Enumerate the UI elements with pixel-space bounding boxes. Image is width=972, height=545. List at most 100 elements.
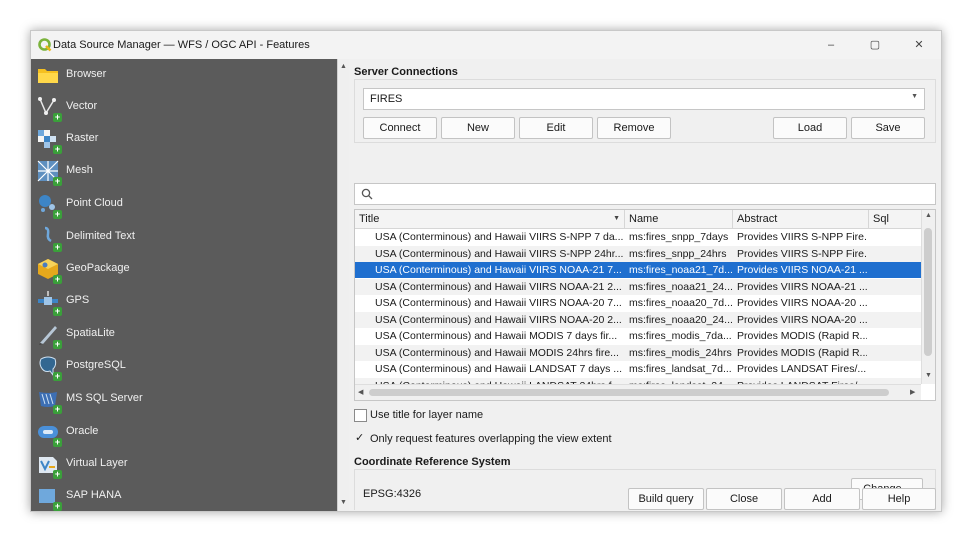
only-overlapping-checkbox[interactable]: ✓ — [354, 432, 365, 444]
minimize-button[interactable]: – — [809, 31, 853, 59]
connect-button[interactable]: Connect — [363, 117, 437, 139]
add-badge-icon: + — [53, 371, 62, 381]
sidebar-item-raster[interactable]: + Raster — [31, 123, 337, 155]
table-cell-title: USA (Conterminous) and Hawaii VIIRS S-NP… — [375, 247, 624, 260]
table-cell-title: USA (Conterminous) and Hawaii VIIRS NOAA… — [375, 280, 622, 293]
sidebar-item-oracle[interactable]: + Oracle — [31, 416, 337, 448]
sidebar-item-ms-sql-server[interactable]: + MS SQL Server — [31, 383, 337, 415]
scroll-up-arrow-icon[interactable]: ▲ — [925, 212, 932, 219]
table-row[interactable]: USA (Conterminous) and Hawaii VIIRS S-NP… — [355, 245, 921, 262]
connection-select-value: FIRES — [370, 93, 403, 105]
window-title: Data Source Manager — WFS / OGC API - Fe… — [53, 39, 310, 51]
sidebar-item-label: Virtual Layer — [66, 457, 128, 469]
table-cell-name: ms:fires_snpp_7days — [629, 231, 729, 243]
layers-table: Title ▼ Name Abstract Sql USA (Contermin… — [354, 209, 936, 401]
column-header-label: Title — [359, 213, 380, 225]
wfs-panel: Server Connections FIRES ▼ Connect New E… — [348, 59, 941, 511]
server-connections-group: FIRES ▼ Connect New Edit Remove Load Sav… — [354, 79, 936, 143]
save-button[interactable]: Save — [851, 117, 925, 139]
table-cell-name: ms:fires_noaa20_7d... — [629, 297, 733, 309]
sidebar-item-virtual-layer[interactable]: + Virtual Layer — [31, 448, 337, 480]
table-row[interactable]: USA (Conterminous) and Hawaii VIIRS NOAA… — [355, 278, 921, 295]
search-input[interactable] — [354, 183, 936, 205]
table-cell-abstract: Provides VIIRS NOAA-21 ... — [737, 280, 867, 293]
table-cell-abstract: Provides VIIRS NOAA-21 ... — [737, 264, 867, 276]
help-button[interactable]: Help — [862, 488, 936, 510]
build-query-button[interactable]: Build query — [628, 488, 704, 510]
scroll-down-arrow-icon[interactable]: ▼ — [340, 499, 347, 506]
scroll-right-arrow-icon[interactable]: ▶ — [910, 388, 915, 396]
sidebar-item-gps[interactable]: + GPS — [31, 285, 337, 317]
table-cell-abstract: Provides VIIRS S-NPP Fire... — [737, 231, 867, 243]
table-vertical-scrollbar[interactable]: ▲ ▼ — [921, 210, 935, 384]
sidebar-item-vector[interactable]: + Vector — [31, 91, 337, 123]
edit-button[interactable]: Edit — [519, 117, 593, 139]
sidebar-item-label: SpatiaLite — [66, 327, 115, 339]
table-row[interactable]: USA (Conterminous) and Hawaii VIIRS S-NP… — [355, 229, 921, 245]
table-row[interactable]: USA (Conterminous) and Hawaii VIIRS NOAA… — [355, 295, 921, 311]
sidebar-item-label: SAP HANA — [66, 489, 122, 501]
table-cell-abstract: Provides VIIRS S-NPP Fire... — [737, 247, 867, 260]
column-header-name[interactable]: Name — [625, 210, 733, 228]
sidebar-item-label: GPS — [66, 294, 90, 306]
scroll-up-arrow-icon[interactable]: ▲ — [340, 63, 347, 70]
sidebar-item-delimited-text[interactable]: + Delimited Text — [31, 221, 337, 253]
crs-heading: Coordinate Reference System — [354, 456, 511, 468]
add-badge-icon: + — [53, 404, 62, 414]
checkmark-icon: ✓ — [355, 432, 365, 444]
sort-indicator-icon: ▼ — [613, 215, 620, 222]
column-header-abstract[interactable]: Abstract — [733, 210, 869, 228]
maximize-button[interactable]: ▢ — [853, 31, 897, 59]
use-title-checkbox[interactable] — [354, 409, 367, 422]
add-badge-icon: + — [53, 306, 62, 316]
add-badge-icon: + — [53, 242, 62, 252]
scroll-left-arrow-icon[interactable]: ◀ — [358, 388, 363, 396]
table-cell-name: ms:fires_noaa21_24... — [629, 280, 733, 293]
add-button[interactable]: Add — [784, 488, 860, 510]
table-cell-title: USA (Conterminous) and Hawaii VIIRS NOAA… — [375, 313, 622, 326]
sidebar-item-label: Vector — [66, 100, 98, 112]
sidebar-item-spatialite[interactable]: + SpatiaLite — [31, 318, 337, 350]
sidebar-item-mesh[interactable]: + Mesh — [31, 155, 337, 187]
sidebar-item-label: Point Cloud — [66, 197, 123, 209]
scroll-down-arrow-icon[interactable]: ▼ — [925, 372, 932, 379]
sidebar-item-label: Oracle — [66, 425, 99, 437]
table-row[interactable]: USA (Conterminous) and Hawaii MODIS 7 da… — [355, 328, 921, 344]
scrollbar-thumb[interactable] — [924, 228, 932, 356]
data-source-manager-window: Data Source Manager — WFS / OGC API - Fe… — [30, 30, 942, 512]
table-row[interactable]: USA (Conterminous) and Hawaii LANDSAT 7 … — [355, 361, 921, 377]
table-cell-title: USA (Conterminous) and Hawaii VIIRS NOAA… — [375, 297, 622, 309]
remove-button[interactable]: Remove — [597, 117, 671, 139]
table-cell-abstract: Provides LANDSAT Fires/... — [737, 363, 867, 375]
table-row[interactable]: USA (Conterminous) and Hawaii VIIRS NOAA… — [355, 311, 921, 328]
sidebar-item-sap-hana[interactable]: + SAP HANA — [31, 480, 337, 511]
table-horizontal-scrollbar[interactable]: ◀ ▶ — [355, 384, 921, 400]
add-badge-icon: + — [53, 144, 62, 154]
load-button[interactable]: Load — [773, 117, 847, 139]
connection-select[interactable]: FIRES ▼ — [363, 88, 925, 110]
column-header-title[interactable]: Title ▼ — [355, 210, 625, 228]
table-cell-title: USA (Conterminous) and Hawaii VIIRS S-NP… — [375, 231, 624, 243]
table-header: Title ▼ Name Abstract Sql — [355, 210, 921, 229]
crs-value: EPSG:4326 — [363, 488, 422, 500]
column-header-sql[interactable]: Sql — [869, 210, 921, 228]
table-cell-abstract: Provides MODIS (Rapid R... — [737, 330, 867, 342]
add-badge-icon: + — [53, 274, 62, 284]
new-button[interactable]: New — [441, 117, 515, 139]
sidebar-item-point-cloud[interactable]: + Point Cloud — [31, 188, 337, 220]
close-window-button[interactable]: ✕ — [897, 31, 941, 59]
sidebar-item-postgresql[interactable]: + PostgreSQL — [31, 350, 337, 382]
sidebar-item-browser[interactable]: Browser — [31, 59, 337, 91]
close-button[interactable]: Close — [706, 488, 782, 510]
table-cell-title: USA (Conterminous) and Hawaii VIIRS NOAA… — [375, 264, 622, 276]
table-cell-name: ms:fires_modis_7da... — [629, 330, 732, 342]
add-badge-icon: + — [53, 469, 62, 479]
scrollbar-thumb[interactable] — [369, 389, 889, 396]
title-bar: Data Source Manager — WFS / OGC API - Fe… — [31, 31, 941, 59]
table-cell-title: USA (Conterminous) and Hawaii LANDSAT 7 … — [375, 363, 623, 375]
add-badge-icon: + — [53, 176, 62, 186]
table-row[interactable]: USA (Conterminous) and Hawaii VIIRS NOAA… — [355, 262, 921, 278]
sidebar-item-geopackage[interactable]: + GeoPackage — [31, 253, 337, 285]
sidebar-item-label: PostgreSQL — [66, 359, 126, 371]
table-row[interactable]: USA (Conterminous) and Hawaii MODIS 24hr… — [355, 344, 921, 361]
